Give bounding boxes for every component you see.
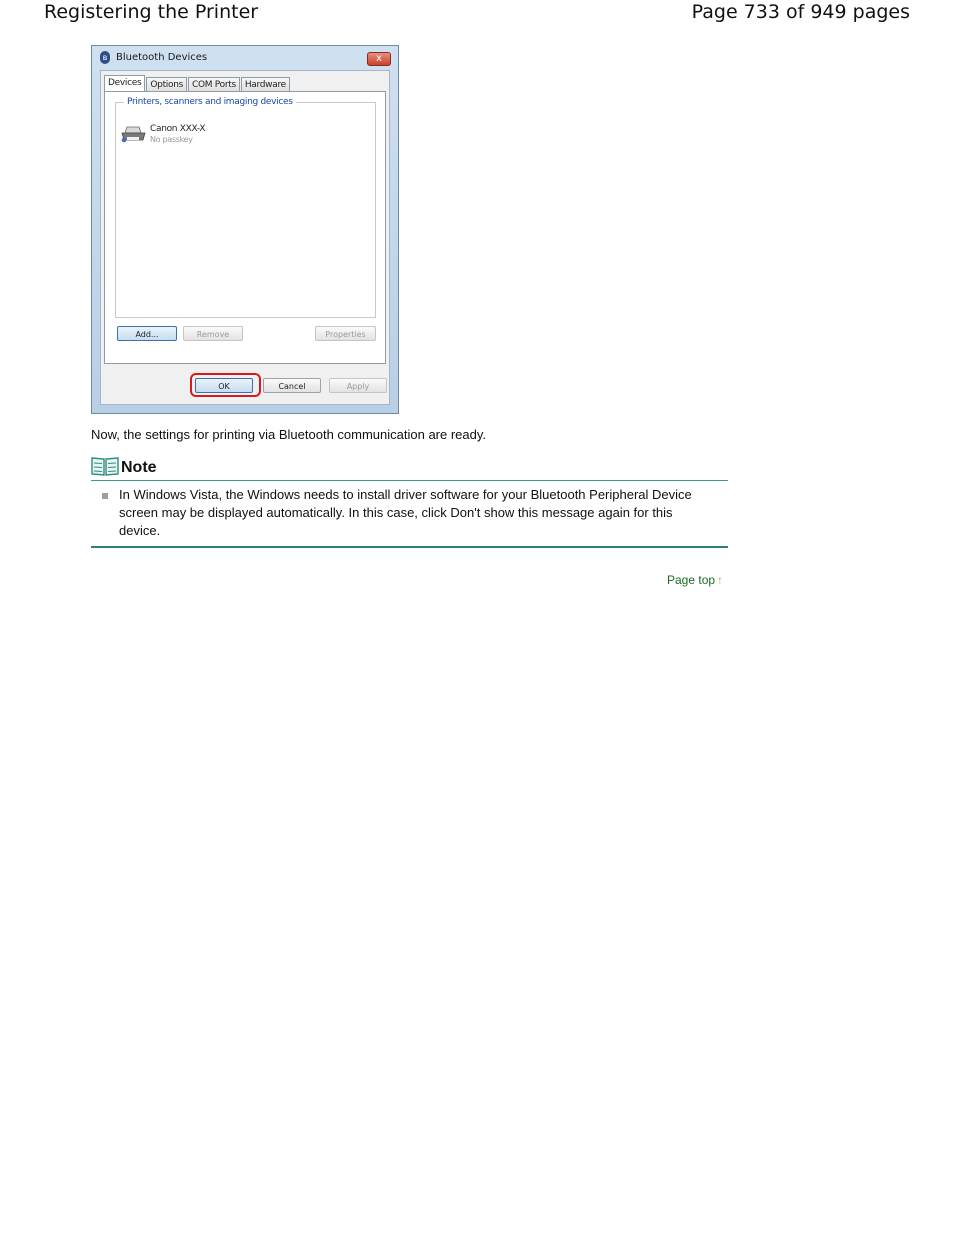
page-top-label: Page top bbox=[667, 573, 716, 587]
close-button[interactable]: x bbox=[367, 52, 391, 66]
page-top-link[interactable]: Page top ↑ bbox=[667, 573, 723, 587]
note-item: In Windows Vista, the Windows needs to i… bbox=[119, 487, 692, 538]
bluetooth-icon: ʙ bbox=[100, 51, 110, 64]
remove-button[interactable]: Remove bbox=[183, 326, 243, 341]
note-box: Note In Windows Vista, the Windows needs… bbox=[91, 455, 728, 548]
properties-button[interactable]: Properties bbox=[315, 326, 376, 341]
printer-icon bbox=[121, 126, 146, 143]
note-title: Note bbox=[121, 459, 157, 476]
devices-tab-body: Printers, scanners and imaging devices C… bbox=[104, 91, 386, 364]
note-header: Note bbox=[91, 455, 728, 481]
note-body: In Windows Vista, the Windows needs to i… bbox=[91, 481, 728, 548]
device-name[interactable]: Canon XXX-X bbox=[150, 124, 206, 134]
add-button[interactable]: Add... bbox=[117, 326, 177, 341]
device-group-title: Printers, scanners and imaging devices bbox=[124, 97, 296, 107]
cancel-button[interactable]: Cancel bbox=[263, 378, 321, 393]
page-header-title: Registering the Printer bbox=[44, 1, 259, 23]
dialog-title: Bluetooth Devices bbox=[116, 52, 208, 63]
page-header-page-info: Page 733 of 949 pages bbox=[691, 1, 910, 23]
up-arrow-icon: ↑ bbox=[717, 573, 724, 587]
dialog-tabs: Devices Options COM Ports Hardware bbox=[104, 75, 291, 94]
apply-button[interactable]: Apply bbox=[329, 378, 387, 393]
device-group: Printers, scanners and imaging devices C… bbox=[115, 97, 376, 318]
ok-button[interactable]: OK bbox=[195, 378, 253, 393]
book-icon bbox=[91, 457, 119, 476]
dialog-screenshot: ʙ Bluetooth Devices x Devices Options CO… bbox=[91, 45, 399, 414]
bullet-icon bbox=[102, 493, 108, 499]
body-paragraph: Now, the settings for printing via Bluet… bbox=[91, 427, 487, 442]
device-status: No passkey bbox=[150, 135, 193, 144]
dialog-titlebar: ʙ Bluetooth Devices x bbox=[92, 46, 398, 70]
dialog-panel: Devices Options COM Ports Hardware Print… bbox=[100, 70, 390, 405]
